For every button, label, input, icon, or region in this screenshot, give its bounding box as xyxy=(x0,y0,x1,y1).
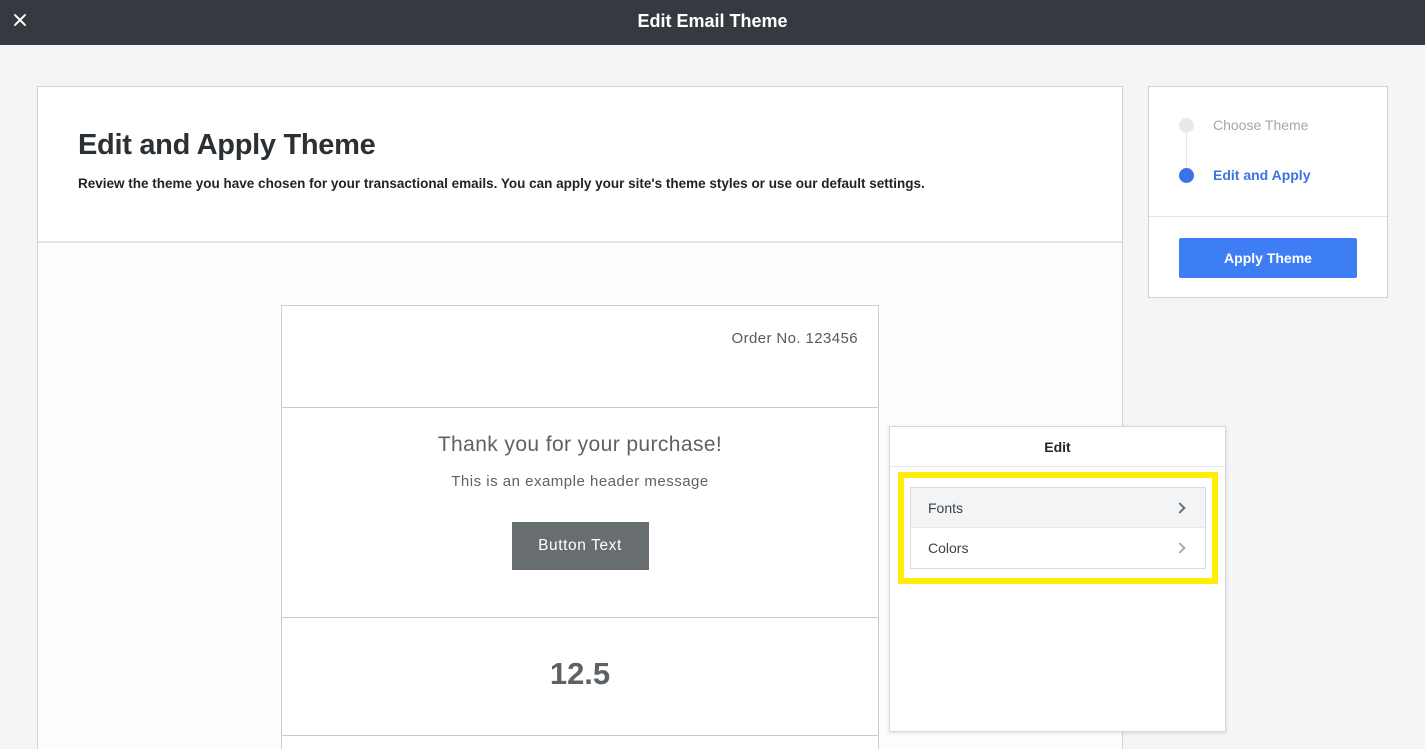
step-active-dot-icon xyxy=(1179,167,1194,183)
header-message: This is an example header message xyxy=(451,473,709,490)
email-order-section: Order No. 123456 xyxy=(282,306,878,408)
main-heading: Edit and Apply Theme xyxy=(78,129,376,161)
steps-card: Choose Theme Edit and Apply Apply Theme xyxy=(1148,86,1388,298)
email-number-section: 12.5 xyxy=(282,618,878,736)
thanks-text: Thank you for your purchase! xyxy=(437,433,723,456)
chevron-right-icon xyxy=(1174,501,1186,514)
edit-panel: Edit Fonts Colors xyxy=(889,426,1226,732)
menu-item-label: Fonts xyxy=(928,499,964,516)
edit-panel-title: Edit xyxy=(890,427,1225,467)
step-edit-and-apply[interactable]: Edit and Apply xyxy=(1179,165,1310,185)
step-label: Edit and Apply xyxy=(1213,167,1311,183)
main-description: Review the theme you have chosen for you… xyxy=(78,176,925,191)
divider xyxy=(1149,216,1387,217)
menu-item-fonts[interactable]: Fonts xyxy=(911,488,1205,528)
step-complete-dot-icon xyxy=(1179,117,1194,133)
menu-item-colors[interactable]: Colors xyxy=(911,528,1205,568)
email-header-section: Thank you for your purchase! This is an … xyxy=(282,408,878,618)
step-label: Choose Theme xyxy=(1213,117,1309,133)
top-bar: Edit Email Theme xyxy=(0,0,1425,45)
chevron-right-icon xyxy=(1174,542,1186,554)
apply-theme-button[interactable]: Apply Theme xyxy=(1179,238,1357,278)
email-preview: Order No. 123456 Thank you for your purc… xyxy=(281,305,879,749)
edit-menu: Fonts Colors xyxy=(910,487,1206,569)
step-choose-theme[interactable]: Choose Theme xyxy=(1179,115,1308,135)
menu-item-label: Colors xyxy=(928,540,969,556)
number-value: 12.5 xyxy=(549,656,611,691)
main-header: Edit and Apply Theme Review the theme yo… xyxy=(38,87,1122,243)
order-number: Order No. 123456 xyxy=(731,330,858,347)
page-title: Edit Email Theme xyxy=(637,11,788,31)
email-preview-button[interactable]: Button Text xyxy=(511,522,649,570)
